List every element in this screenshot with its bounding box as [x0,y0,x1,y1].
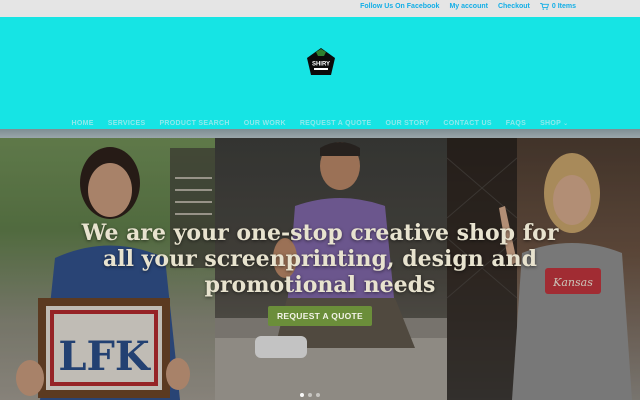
chevron-down-icon: ⌄ [563,121,569,127]
logo-text: SHIRY [312,62,330,68]
nav-product-search[interactable]: PRODUCT SEARCH [159,120,229,127]
header-divider [0,129,640,138]
slider-dots [300,393,320,397]
nav-services[interactable]: SERVICES [108,120,146,127]
site-header: SHIRY HOME SERVICES PRODUCT SEARCH OUR W… [0,17,640,129]
nav-request-quote[interactable]: REQUEST A QUOTE [300,120,372,127]
nav-shop-label: SHOP [540,120,562,127]
top-utility-bar: Follow Us On Facebook My account Checkou… [0,0,640,17]
cart-count: 0 Items [551,3,576,10]
nav-contact-us[interactable]: CONTACT US [443,120,491,127]
hero-slider: LFK Kansas We are your one-stop creative… [0,138,640,400]
top-links: Follow Us On Facebook My account Checkou… [360,3,576,10]
nav-our-story[interactable]: OUR STORY [385,120,429,127]
nav-faqs[interactable]: FAQS [506,120,526,127]
cart-link[interactable]: 0 Items [540,3,576,10]
slider-dot[interactable] [300,393,304,397]
facebook-link[interactable]: Follow Us On Facebook [360,3,439,10]
my-account-link[interactable]: My account [449,3,488,10]
nav-home[interactable]: HOME [72,120,94,127]
checkout-link[interactable]: Checkout [498,3,530,10]
nav-shop[interactable]: SHOP ⌄ [540,120,568,127]
request-quote-button[interactable]: REQUEST A QUOTE [268,306,372,326]
site-logo[interactable]: SHIRY [305,47,337,77]
main-nav: HOME SERVICES PRODUCT SEARCH OUR WORK RE… [0,120,640,127]
nav-our-work[interactable]: OUR WORK [244,120,286,127]
slider-dot[interactable] [308,393,312,397]
hero-headline: We are your one-stop creative shop for a… [81,220,559,298]
cart-icon [540,3,549,10]
slider-dot[interactable] [316,393,320,397]
